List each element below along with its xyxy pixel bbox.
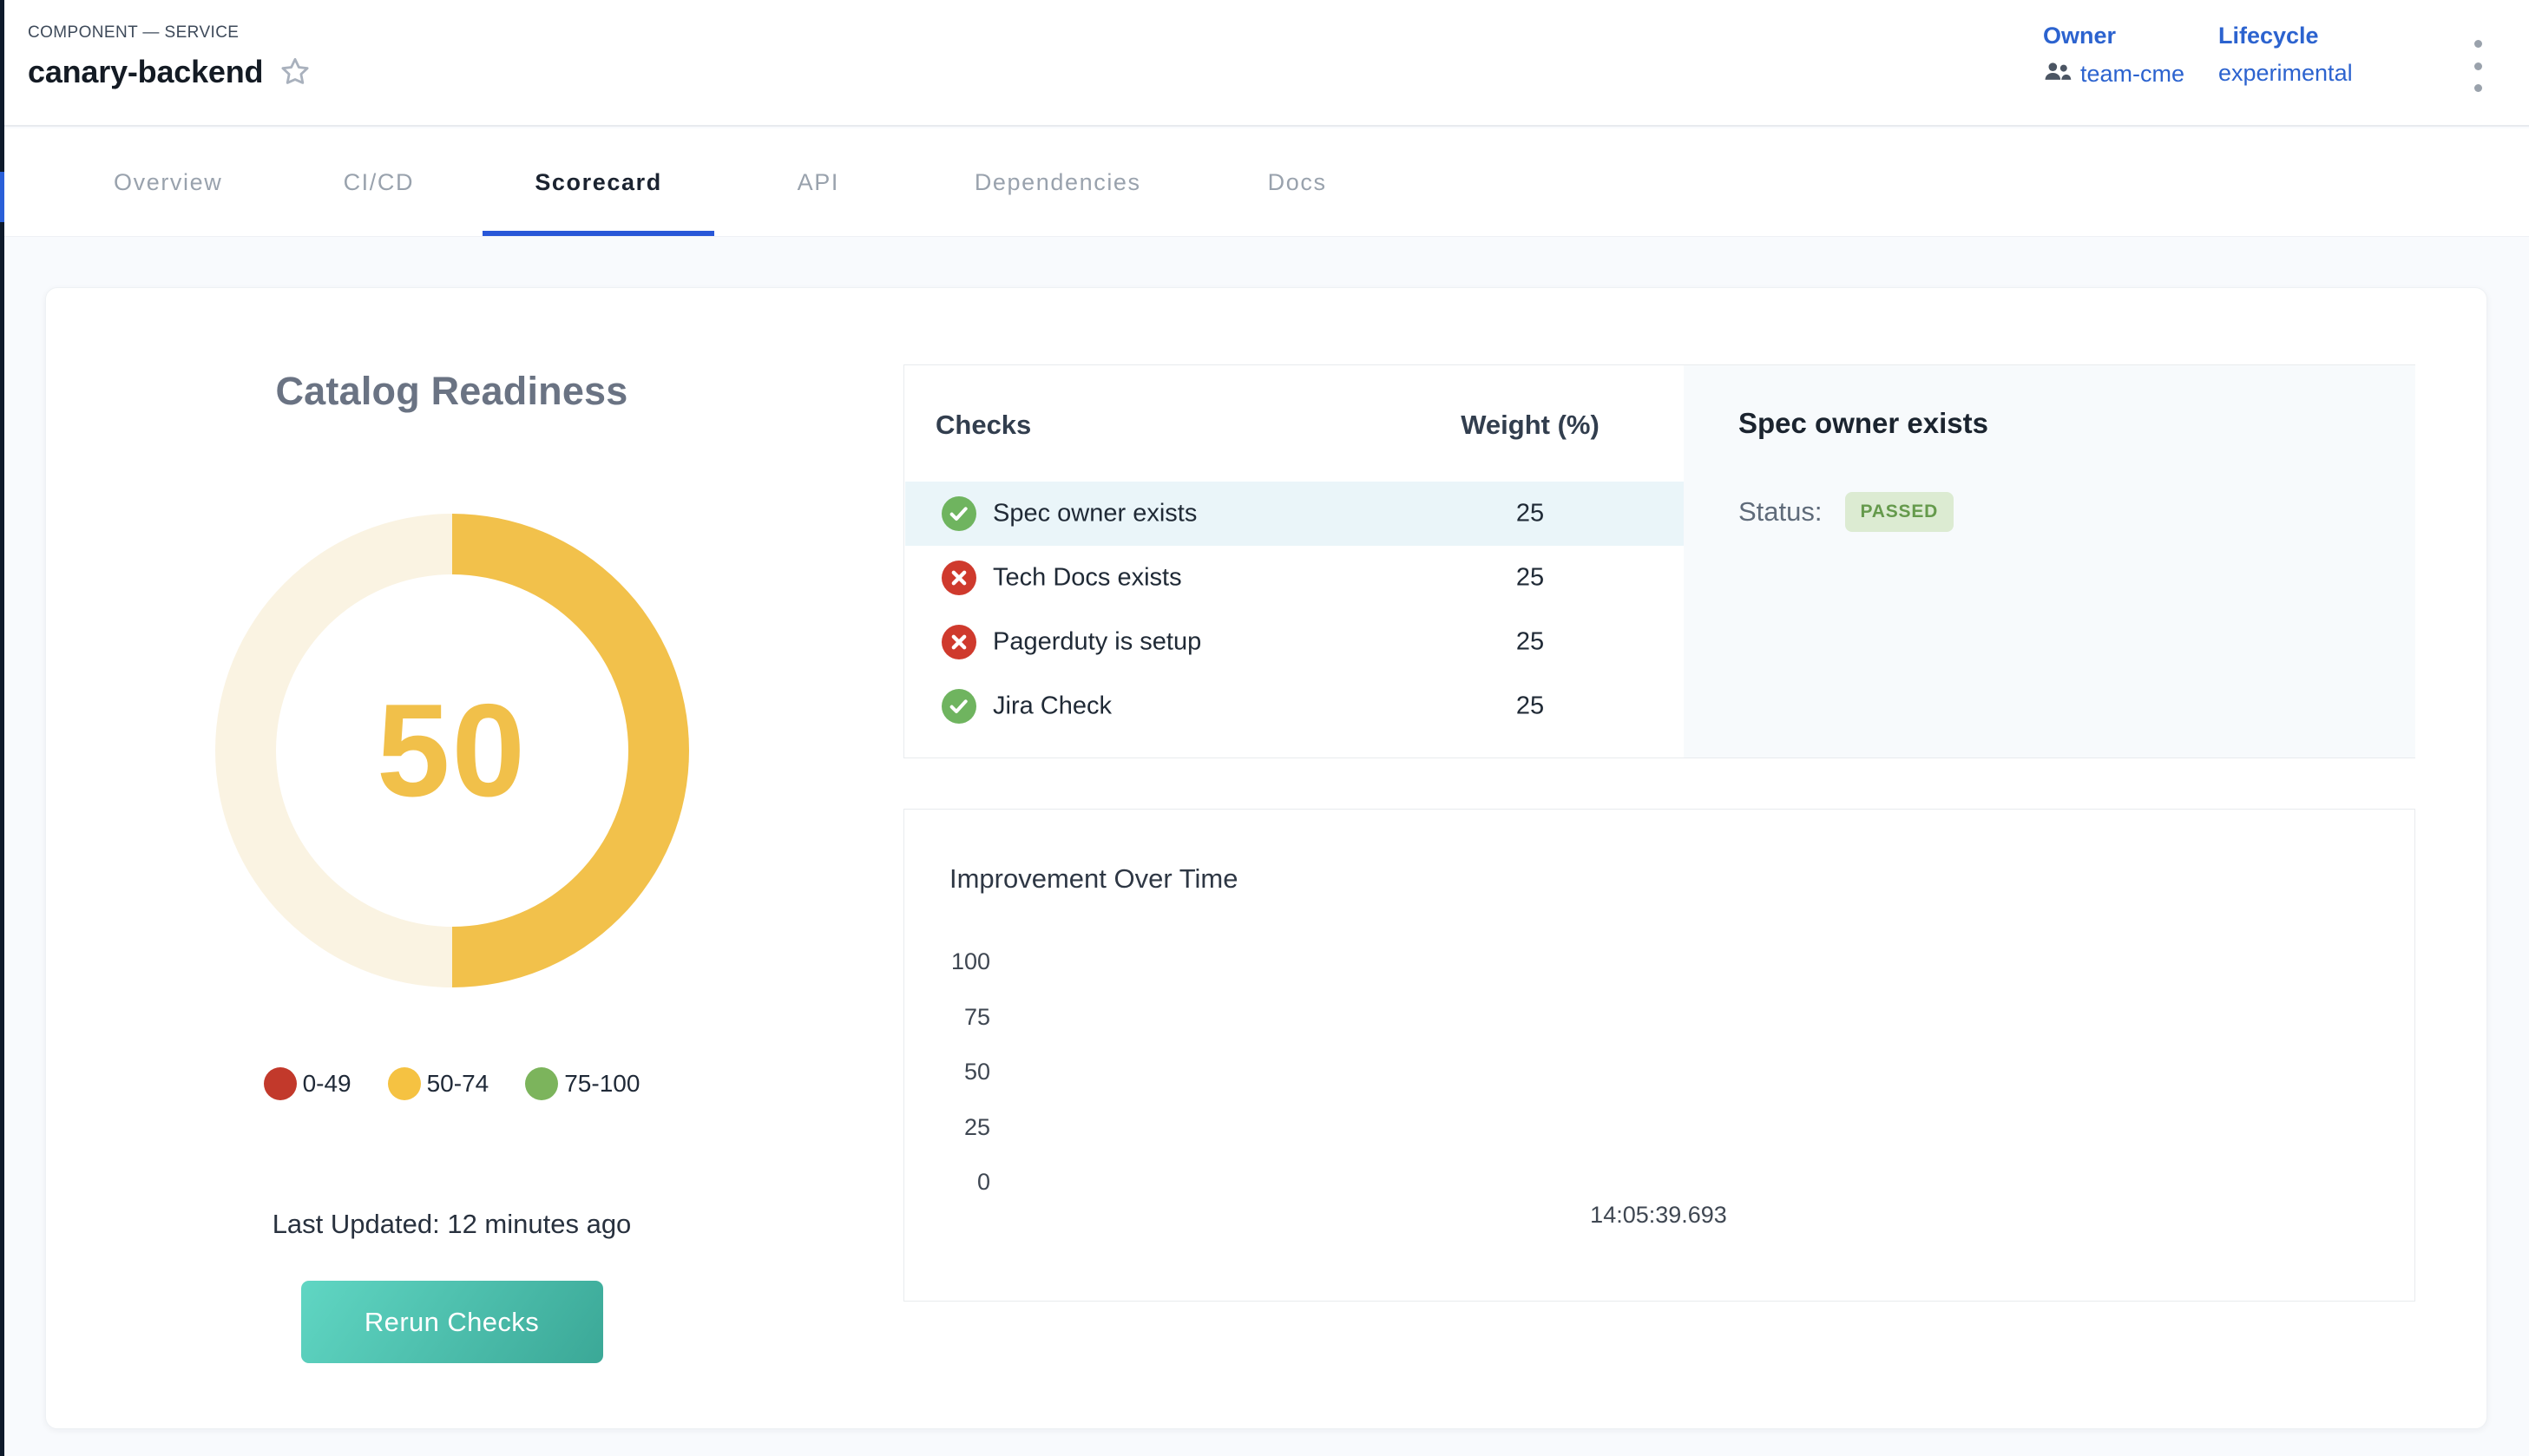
- entity-header: COMPONENT — SERVICE canary-backend Owner: [4, 0, 2529, 127]
- x-circle-icon: [942, 625, 976, 664]
- legend-label: 0-49: [303, 1070, 351, 1098]
- checks-panel: Checks Weight (%) Spec owner exists25Tec…: [903, 364, 2415, 758]
- check-name: Pagerduty is setup: [993, 628, 1201, 657]
- check-weight: 25: [1458, 564, 1602, 593]
- legend-dot-icon: [525, 1067, 558, 1100]
- scorecard-title: Catalog Readiness: [275, 369, 627, 414]
- legend-item-50-74: 50-74: [388, 1067, 489, 1100]
- rerun-checks-button[interactable]: Rerun Checks: [301, 1281, 603, 1363]
- owner-label: Owner: [2043, 23, 2184, 49]
- title-row: canary-backend: [28, 54, 313, 90]
- kebab-menu-button[interactable]: [2460, 38, 2495, 94]
- x-circle-icon: [942, 561, 976, 600]
- checks-column-header: Checks: [936, 410, 1031, 441]
- tab-ci-cd[interactable]: CI/CD: [309, 128, 448, 236]
- check-detail-title: Spec owner exists: [1738, 407, 1988, 440]
- check-row-tech-docs-exists[interactable]: Tech Docs exists 25: [905, 546, 1684, 610]
- check-circle-icon: [942, 689, 976, 728]
- group-icon: [2043, 60, 2072, 89]
- favorite-star-icon[interactable]: [277, 54, 313, 90]
- legend-dot-icon: [264, 1067, 297, 1100]
- left-rail-active-indicator: [0, 172, 4, 222]
- check-name: Jira Check: [993, 692, 1112, 721]
- chart-title: Improvement Over Time: [949, 863, 1238, 895]
- check-row-spec-owner-exists[interactable]: Spec owner exists 25: [905, 482, 1684, 546]
- check-row-pagerduty-is-setup[interactable]: Pagerduty is setup 25: [905, 610, 1684, 674]
- check-weight: 25: [1458, 628, 1602, 657]
- lifecycle-label: Lifecycle: [2218, 23, 2353, 49]
- legend-label: 50-74: [427, 1070, 489, 1098]
- check-weight: 25: [1458, 500, 1602, 528]
- page-title: canary-backend: [28, 54, 263, 90]
- y-axis-tick: 25: [904, 1113, 990, 1141]
- check-row-jira-check[interactable]: Jira Check 25: [905, 674, 1684, 738]
- tab-api[interactable]: API: [749, 128, 888, 236]
- lifecycle-value: experimental: [2218, 60, 2353, 87]
- check-circle-icon: [942, 496, 976, 535]
- owner-value: team-cme: [2080, 61, 2184, 88]
- score-legend: 0-49 50-74 75-100: [264, 1067, 640, 1100]
- last-updated-text: Last Updated: 12 minutes ago: [273, 1209, 632, 1240]
- y-axis-tick: 50: [904, 1058, 990, 1085]
- status-badge: PASSED: [1845, 492, 1954, 532]
- check-name: Tech Docs exists: [993, 564, 1182, 593]
- y-axis-tick: 75: [904, 1003, 990, 1031]
- weight-column-header: Weight (%): [1458, 410, 1602, 441]
- catalog-readiness-section: Catalog Readiness 50 0-49 50-74 75-100 Las…: [0, 287, 903, 1429]
- owner-block: Owner team-cme: [2043, 23, 2184, 89]
- tab-dependencies[interactable]: Dependencies: [949, 128, 1167, 236]
- tab-scorecard[interactable]: Scorecard: [509, 128, 687, 236]
- left-rail: [0, 0, 4, 1456]
- status-label: Status:: [1738, 496, 1823, 528]
- tab-docs[interactable]: Docs: [1228, 128, 1367, 236]
- improvement-chart-panel: Improvement Over Time 100 75 50 25 0 14:05:39…: [903, 809, 2415, 1302]
- app-root: COMPONENT — SERVICE canary-backend Owner: [0, 0, 2529, 1456]
- owner-link[interactable]: team-cme: [2043, 60, 2184, 89]
- lifecycle-block: Lifecycle experimental: [2218, 23, 2353, 87]
- score-value: 50: [377, 675, 527, 827]
- y-axis-tick: 0: [904, 1168, 990, 1196]
- status-row: Status: PASSED: [1738, 492, 1954, 532]
- x-axis-tick: 14:05:39.693: [1590, 1202, 1727, 1229]
- score-gauge: 50: [215, 514, 689, 987]
- breadcrumb: COMPONENT — SERVICE: [28, 23, 239, 43]
- check-name: Spec owner exists: [993, 500, 1197, 528]
- check-detail-panel: Spec owner exists Status: PASSED: [1684, 365, 2415, 758]
- legend-label: 75-100: [564, 1070, 640, 1098]
- y-axis-tick: 100: [904, 948, 990, 975]
- kebab-icon: [2474, 40, 2482, 48]
- tab-overview[interactable]: Overview: [88, 128, 248, 236]
- legend-item-0-49: 0-49: [264, 1067, 351, 1100]
- legend-dot-icon: [388, 1067, 421, 1100]
- tab-bar: Overview CI/CD Scorecard API Dependencies Doc…: [4, 128, 2529, 237]
- check-weight: 25: [1458, 692, 1602, 721]
- legend-item-75-100: 75-100: [525, 1067, 640, 1100]
